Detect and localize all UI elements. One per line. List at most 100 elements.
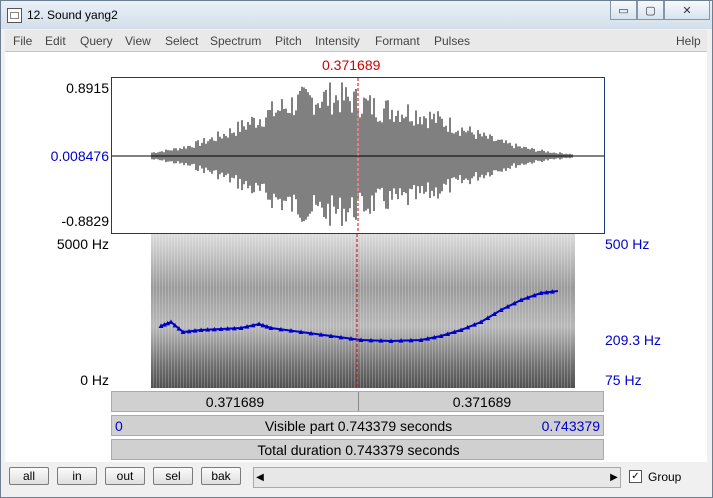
menu-spectrum[interactable]: Spectrum xyxy=(210,34,261,48)
group-checkbox[interactable]: ✓ xyxy=(629,470,642,483)
spectrogram-stripe xyxy=(426,234,427,388)
spectrogram-stripe xyxy=(402,234,403,388)
menu-help[interactable]: Help xyxy=(676,34,701,48)
close-icon: ✕ xyxy=(682,4,692,17)
pitch-min-label: 75 Hz xyxy=(605,372,642,388)
scroll-right-icon[interactable]: ▶ xyxy=(608,468,620,487)
spectrogram-stripe xyxy=(183,234,184,388)
spectrogram-stripe xyxy=(282,234,283,388)
spectrogram-max-label: 5000 Hz xyxy=(56,236,109,252)
spectrogram-stripe xyxy=(528,234,529,388)
menu-pulses[interactable]: Pulses xyxy=(434,34,470,48)
editor-canvas[interactable]: 0.371689 0.8915 0.008476 -0.8829 5000 Hz… xyxy=(5,52,707,462)
spectrogram-stripe xyxy=(558,234,559,388)
praat-sound-window: 12. Sound yang2 ▭ ▢ ✕ File Edit Query Vi… xyxy=(0,0,713,498)
spectrogram-stripe xyxy=(312,234,313,388)
spectrogram-stripe xyxy=(351,234,352,388)
spectrogram-stripe xyxy=(384,234,385,388)
menu-select[interactable]: Select xyxy=(165,34,198,48)
spectrogram-stripe xyxy=(216,234,217,388)
spectrogram-stripe xyxy=(294,234,295,388)
spectrogram-stripe xyxy=(330,234,331,388)
spectrogram-stripe xyxy=(438,234,439,388)
spectrogram-stripe xyxy=(345,234,346,388)
spectrogram-stripe xyxy=(495,234,496,388)
menu-file[interactable]: File xyxy=(13,34,32,48)
close-button[interactable]: ✕ xyxy=(664,1,710,20)
spectrogram-stripe xyxy=(555,234,556,388)
waveform-panel[interactable] xyxy=(111,77,605,234)
spectrogram-stripe xyxy=(237,234,238,388)
menu-pitch[interactable]: Pitch xyxy=(275,34,302,48)
spectrogram-stripe xyxy=(219,234,220,388)
spectrogram-stripe xyxy=(510,234,511,388)
spectrogram-stripe xyxy=(474,234,475,388)
spectrogram-stripe xyxy=(546,234,547,388)
waveform-plot xyxy=(112,78,604,233)
spectrogram-stripe xyxy=(297,234,298,388)
spectrogram-panel[interactable] xyxy=(111,234,603,388)
spectrogram-stripe xyxy=(321,234,322,388)
spectrogram-stripe xyxy=(543,234,544,388)
zoom-selection-button[interactable]: sel xyxy=(153,467,193,485)
visible-part-bar[interactable]: 0 Visible part 0.743379 seconds 0.743379 xyxy=(111,415,604,436)
spectrogram-stripe xyxy=(540,234,541,388)
spectrogram-stripe xyxy=(171,234,172,388)
spectrogram-stripe xyxy=(195,234,196,388)
zoom-out-button[interactable]: out xyxy=(105,467,145,485)
spectrogram-stripe xyxy=(249,234,250,388)
menu-intensity[interactable]: Intensity xyxy=(315,34,360,48)
selection-bar[interactable]: 0.371689 0.371689 xyxy=(111,391,604,412)
spectrogram-stripe xyxy=(270,234,271,388)
spectrogram-stripe xyxy=(390,234,391,388)
spectrogram-stripe xyxy=(396,234,397,388)
spectrogram-stripe xyxy=(186,234,187,388)
scroll-left-icon[interactable]: ◀ xyxy=(254,468,266,487)
maximize-button[interactable]: ▢ xyxy=(637,1,664,20)
spectrogram-stripe xyxy=(303,234,304,388)
spectrogram-stripe xyxy=(564,234,565,388)
spectrogram-stripe xyxy=(225,234,226,388)
menu-edit[interactable]: Edit xyxy=(45,34,66,48)
zoom-back-button[interactable]: bak xyxy=(201,467,241,485)
spectrogram-stripe xyxy=(327,234,328,388)
spectrogram-stripe xyxy=(204,234,205,388)
spectrogram-stripe xyxy=(405,234,406,388)
maximize-icon: ▢ xyxy=(645,4,656,17)
left-segment-duration: 0.371689 xyxy=(205,394,265,410)
total-duration-bar[interactable]: Total duration 0.743379 seconds xyxy=(111,439,604,460)
spectrogram-stripe xyxy=(441,234,442,388)
spectrogram-stripe xyxy=(279,234,280,388)
spectrogram-stripe xyxy=(453,234,454,388)
spectrogram-stripe xyxy=(339,234,340,388)
spectrogram-stripe xyxy=(366,234,367,388)
spectrogram-stripe xyxy=(369,234,370,388)
spectrogram-stripe xyxy=(267,234,268,388)
spectrogram-stripe xyxy=(228,234,229,388)
minimize-button[interactable]: ▭ xyxy=(610,1,637,20)
spectrogram-stripe xyxy=(408,234,409,388)
spectrogram-stripe xyxy=(450,234,451,388)
pitch-cursor-label: 209.3 Hz xyxy=(605,332,662,348)
zoom-in-button[interactable]: in xyxy=(57,467,97,485)
spectrogram-stripe xyxy=(264,234,265,388)
spectrogram-stripe xyxy=(246,234,247,388)
menu-query[interactable]: Query xyxy=(80,34,113,48)
menu-view[interactable]: View xyxy=(125,34,151,48)
spectrogram-stripe xyxy=(300,234,301,388)
spectrogram-stripe xyxy=(153,234,154,388)
spectrogram-stripe xyxy=(363,234,364,388)
spectrogram-stripe xyxy=(234,234,235,388)
spectrogram-stripe xyxy=(336,234,337,388)
spectrogram-stripe xyxy=(231,234,232,388)
spectrogram-stripe xyxy=(255,234,256,388)
spectrogram-stripe xyxy=(393,234,394,388)
spectrogram-stripe xyxy=(531,234,532,388)
menu-formant[interactable]: Formant xyxy=(375,34,420,48)
spectrogram-stripe xyxy=(486,234,487,388)
spectrogram-stripe xyxy=(174,234,175,388)
spectrogram-stripe xyxy=(309,234,310,388)
zoom-all-button[interactable]: all xyxy=(9,467,49,485)
spectrogram-stripe xyxy=(483,234,484,388)
horizontal-scrollbar[interactable]: ◀ ▶ xyxy=(253,467,621,488)
